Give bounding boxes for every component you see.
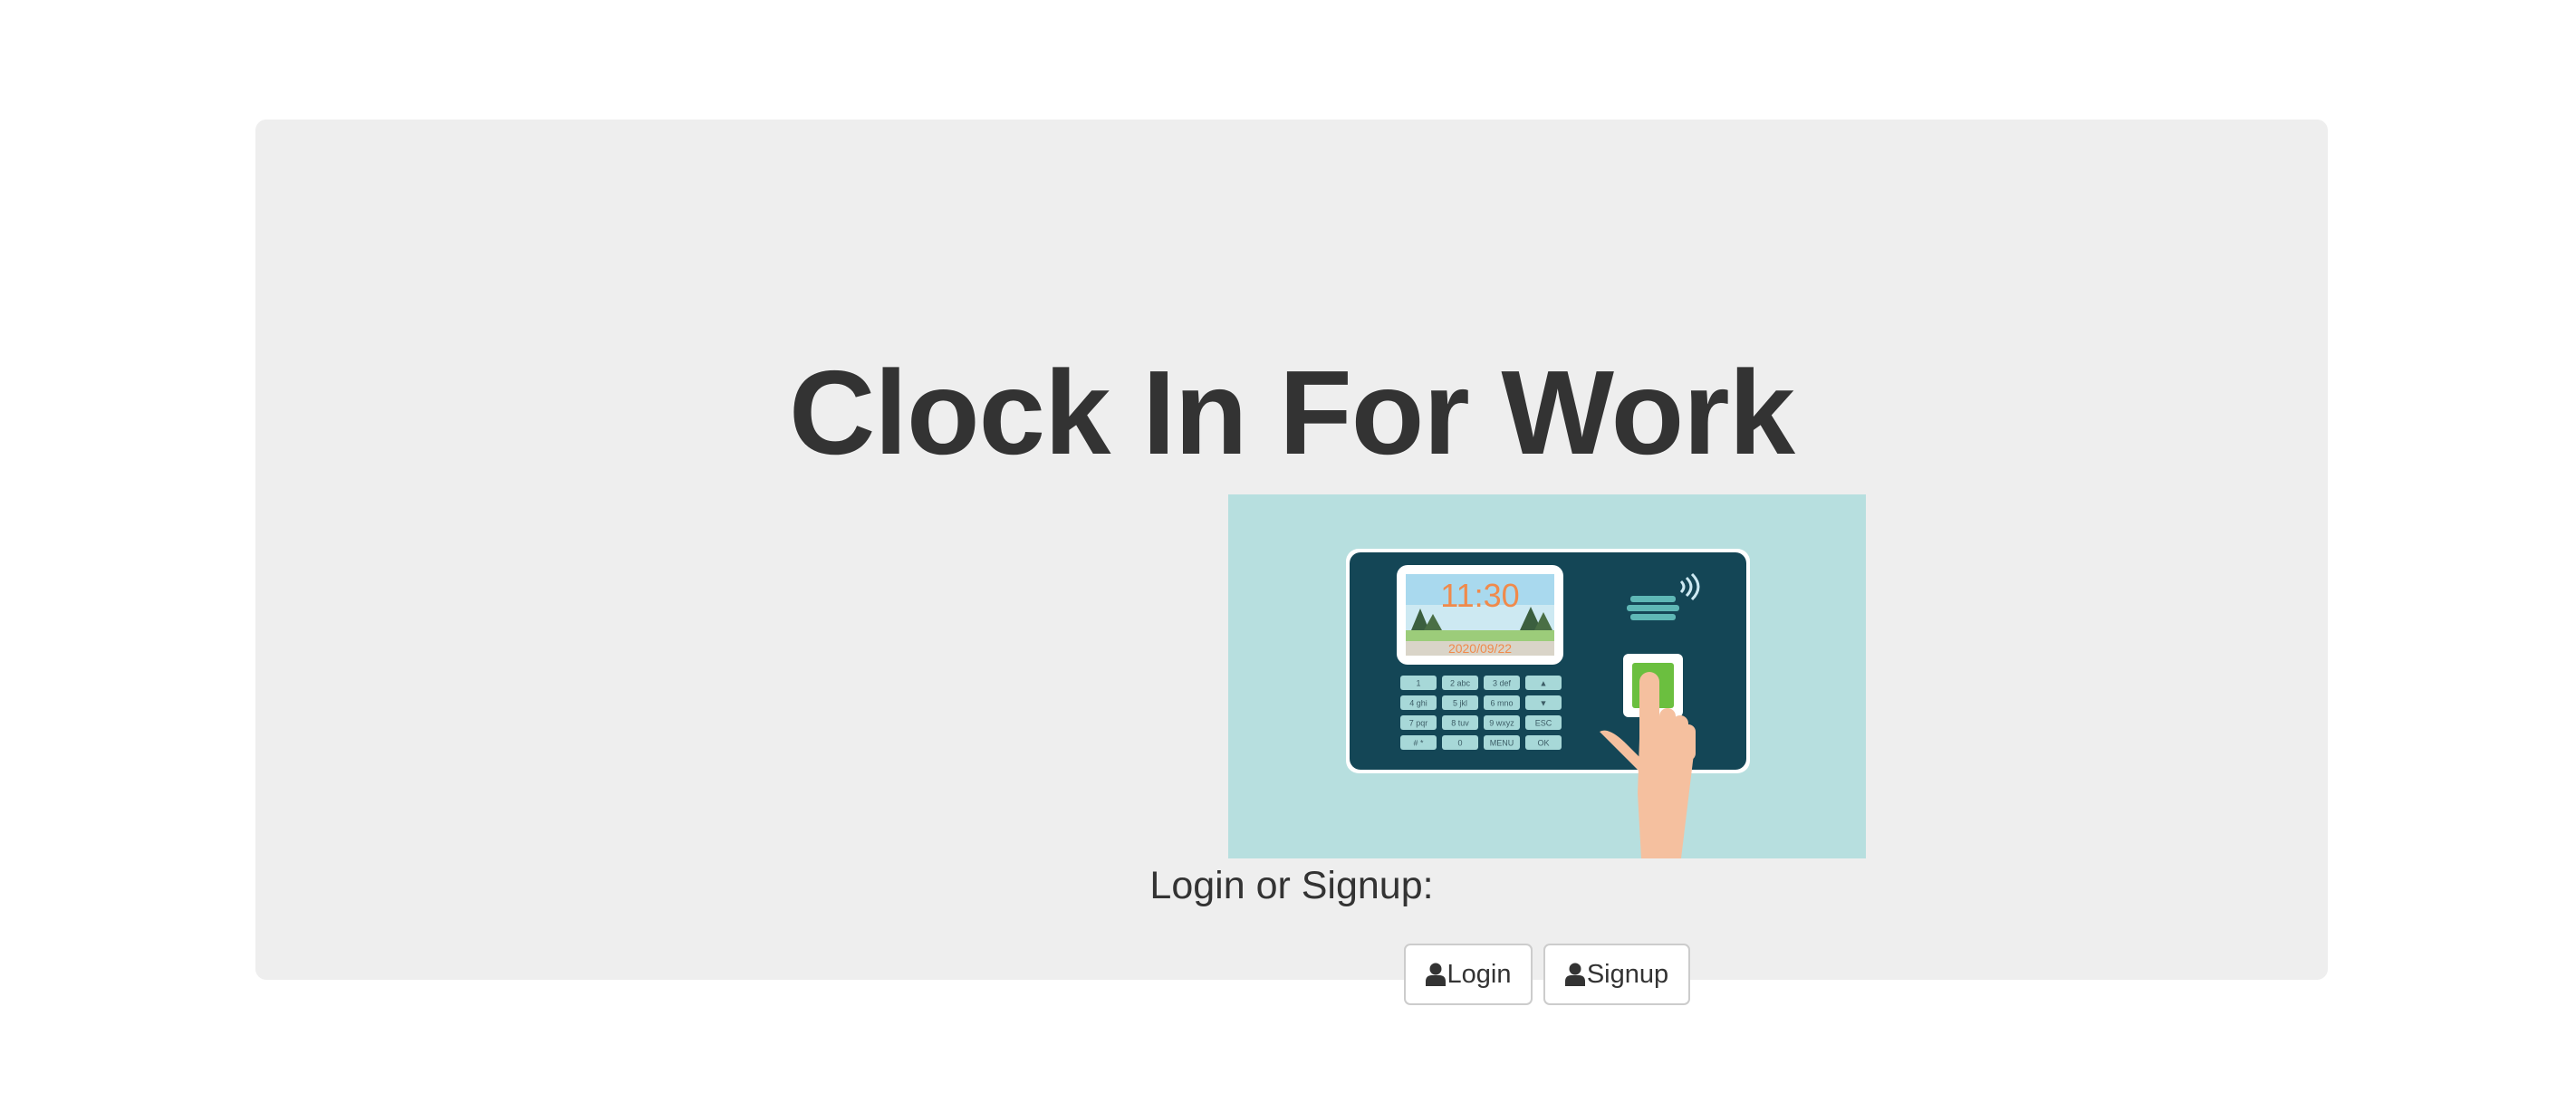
page-title: Clock In For Work [788,346,1795,479]
keypad-key-label: ▼ [1540,699,1548,708]
keypad-key-label: 7 pqr [1409,719,1428,728]
login-button[interactable]: Login [1404,944,1533,1005]
user-icon [1425,963,1446,986]
keypad-key-label: ESC [1535,719,1552,728]
keypad-key-label: 5 jkl [1453,699,1467,708]
keypad-key-label: 2 abc [1450,679,1471,688]
keypad-key-label: OK [1537,739,1549,748]
signup-button-label: Signup [1586,959,1669,989]
time-clock-image: 11:30 2020/09/22 1 2 abc 3 def ▲ 4 ghi 5 jkl 6… [1228,494,1866,858]
keypad-key-label: # * [1413,739,1424,748]
keypad-key-label: 3 def [1493,679,1512,688]
login-signup-prompt: Login or Signup: [1149,864,1434,907]
jumbotron: Clock In For Work 11:30 2020/09/22 1 2 ab… [255,120,2328,1005]
keypad-key-label: 1 [1416,679,1420,688]
user-icon [1564,963,1585,986]
keypad-key-label: 0 [1457,739,1462,748]
keypad-key-label: 6 mno [1490,699,1513,708]
device-date: 2020/09/22 [1448,641,1512,656]
signup-button[interactable]: Signup [1543,944,1690,1005]
login-button-label: Login [1447,959,1512,989]
keypad-key-label: 9 wxyz [1489,719,1514,728]
keypad-key-label: 4 ghi [1409,699,1427,708]
keypad-key-label: ▲ [1540,679,1548,688]
keypad-key-label: 8 tuv [1451,719,1469,728]
device-time: 11:30 [1440,577,1519,614]
keypad-key-label: MENU [1490,739,1514,748]
